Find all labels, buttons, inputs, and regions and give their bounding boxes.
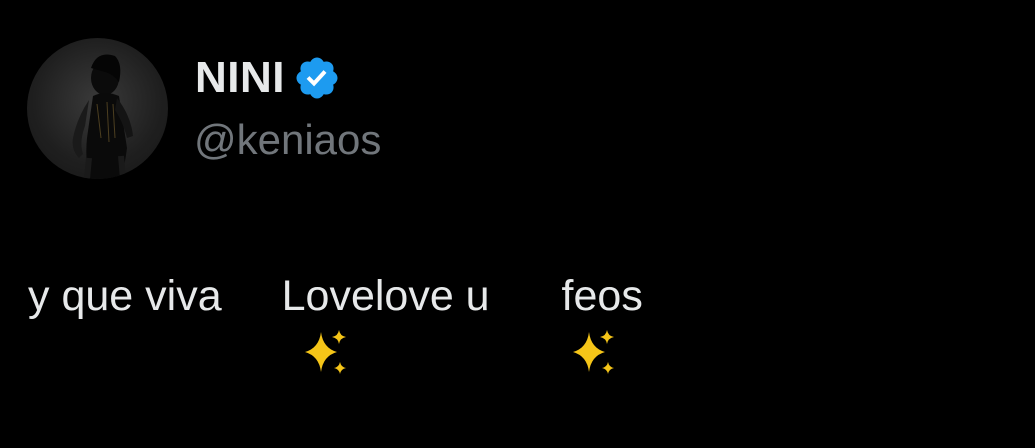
tweet-text-part-1: y que viva — [28, 272, 222, 320]
author-handle[interactable]: @keniaos — [194, 114, 381, 166]
tweet-text-part-3: feos — [549, 272, 643, 320]
tweet-text-part-2: Lovelove u — [281, 272, 490, 320]
verified-badge-icon — [293, 54, 341, 102]
author-name-row: NINI — [195, 52, 341, 104]
sparkles-icon — [496, 270, 615, 374]
sparkles-icon — [228, 270, 347, 374]
profile-photo-icon — [72, 54, 133, 179]
avatar[interactable] — [27, 38, 168, 179]
tweet-card: NINI @keniaos y que viva Lovelove u feos — [0, 0, 1035, 379]
display-name[interactable]: NINI — [195, 52, 285, 104]
tweet-text: y que viva Lovelove u feos — [28, 268, 643, 374]
